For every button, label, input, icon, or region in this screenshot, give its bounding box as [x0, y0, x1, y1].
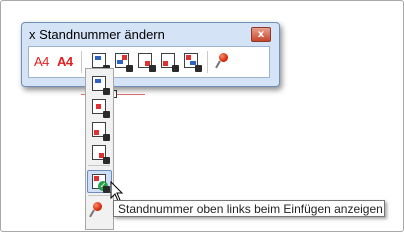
close-button[interactable]: x — [251, 27, 271, 42]
number-bottom-left-button[interactable] — [158, 51, 179, 72]
dropdown-item-show-top-left-on-insert[interactable]: ✓ — [89, 172, 110, 193]
dropdown-item-bottom-right[interactable] — [89, 143, 110, 164]
font-a4-bold-button[interactable]: A4 — [57, 54, 73, 69]
font-a4-label: A4 — [34, 54, 49, 69]
dropdown-item-center[interactable] — [89, 97, 110, 118]
font-a4-bold-label: A4 — [57, 54, 73, 69]
position-bottom-left-icon — [92, 122, 110, 141]
show-top-left-on-insert-icon: ✓ — [92, 174, 110, 193]
number-top-right-button[interactable] — [112, 51, 133, 72]
position-center-icon — [92, 99, 110, 118]
pin-button[interactable] — [215, 51, 235, 71]
number-bottom-right-icon — [138, 53, 156, 72]
number-bottom-right-button[interactable] — [135, 51, 156, 72]
dropdown-separator — [88, 195, 110, 196]
dropdown-item-bottom-left[interactable] — [89, 120, 110, 141]
dropdown-separator — [88, 165, 110, 166]
window-titlebar[interactable]: x Standnummer ändern x — [22, 23, 279, 45]
position-bottom-right-icon — [92, 145, 110, 164]
number-insert-icon — [184, 53, 202, 72]
pin-icon — [93, 202, 102, 211]
position-dropdown-menu: ✓ — [85, 68, 114, 230]
number-top-right-icon — [115, 53, 133, 72]
check-icon: ✓ — [98, 181, 108, 191]
pin-icon — [219, 53, 228, 62]
position-top-left-icon — [92, 76, 110, 95]
dropdown-item-top-left[interactable] — [89, 74, 110, 95]
tooltip: Standnummer oben links beim Einfügen anz… — [113, 200, 385, 217]
window-title: x Standnummer ändern — [29, 27, 165, 42]
number-insert-button[interactable] — [181, 51, 202, 72]
toolbar-separator — [81, 51, 82, 73]
font-a4-button[interactable]: A4 — [34, 54, 49, 69]
number-bottom-left-icon — [161, 53, 179, 72]
drawing-canvas: x Standnummer ändern x A4 A4 ✓ Standnumm… — [0, 0, 404, 232]
toolbar: A4 A4 — [28, 46, 270, 78]
standnummer-toolbar-window: x Standnummer ändern x A4 A4 — [21, 22, 280, 87]
toolbar-separator — [207, 51, 208, 73]
number-position-dropdown-icon — [92, 53, 110, 72]
dropdown-item-pin[interactable] — [89, 200, 109, 220]
